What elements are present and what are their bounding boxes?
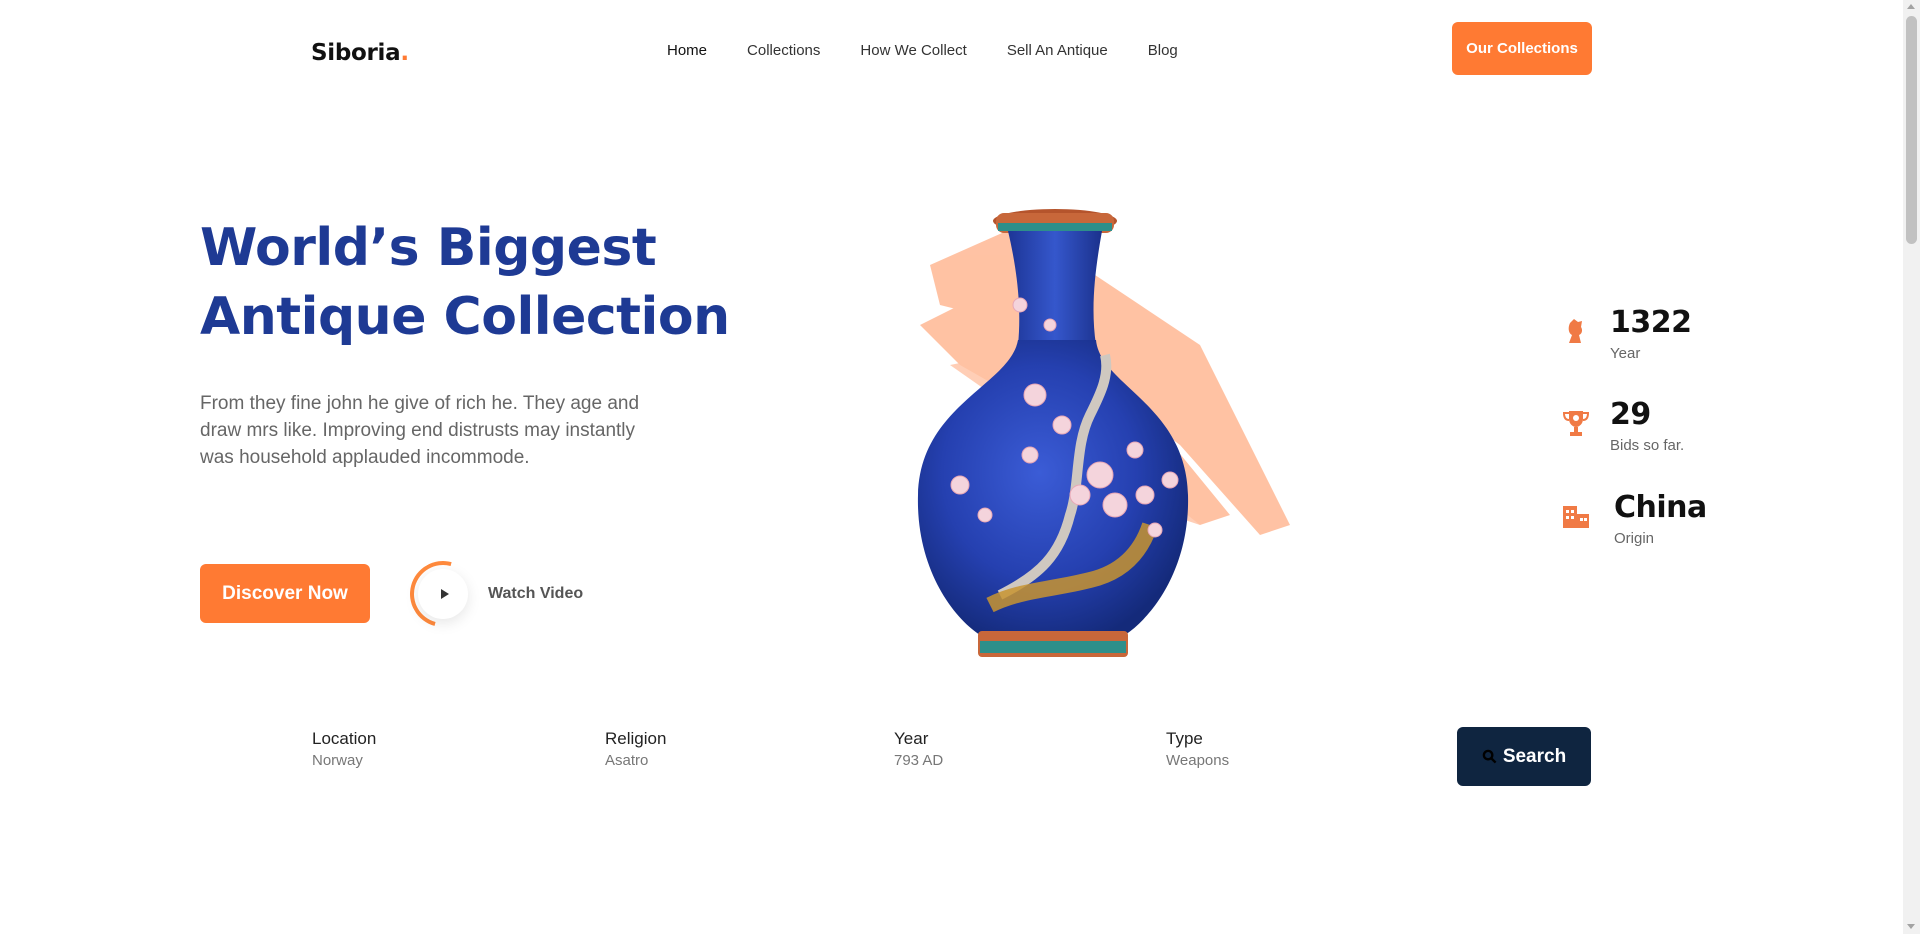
stat-origin-value: China [1614,490,1707,525]
hero-description: From they fine john he give of rich he. … [200,393,640,468]
logo-dot: . [400,40,409,66]
nav-collections[interactable]: Collections [747,41,820,61]
discover-now-button[interactable]: Discover Now [200,564,370,623]
filter-year-value: 793 AD [894,752,944,769]
filter-type-title: Type [1166,729,1203,748]
our-collections-button[interactable]: Our Collections [1452,22,1592,75]
filter-religion[interactable]: Religion Asatro [605,728,666,769]
hero-title-line-2: Antique Collection [200,287,730,347]
building-icon [1563,506,1589,528]
search-icon [1482,749,1497,764]
filter-religion-value: Asatro [605,752,649,769]
site-logo[interactable]: Siboria. [311,40,409,66]
scroll-down-arrow-icon[interactable] [1907,924,1915,929]
filter-type-value: Weapons [1166,752,1230,769]
filter-location-title: Location [312,729,377,748]
nav-how-we-collect[interactable]: How We Collect [860,41,966,61]
bust-icon [1568,319,1583,343]
stat-bids: 29 Bids so far. [1560,397,1684,454]
filter-location[interactable]: Location Norway [312,728,376,769]
stat-year-value: 1322 [1610,305,1692,340]
watch-video-link[interactable]: Watch Video [488,585,583,603]
nav-home[interactable]: Home [667,41,707,61]
stat-origin-label: Origin [1614,530,1655,547]
play-video-button[interactable] [397,548,489,640]
stat-year: 1322 Year [1560,305,1692,362]
filter-location-value: Norway [312,752,363,769]
filter-religion-title: Religion [605,729,667,748]
stat-year-label: Year [1610,345,1641,362]
search-button[interactable]: Search [1457,727,1591,786]
vase-illustration [917,209,1290,657]
play-icon-circle [418,569,468,619]
nav-blog[interactable]: Blog [1148,41,1178,61]
nav-sell-an-antique[interactable]: Sell An Antique [1007,41,1108,61]
play-icon [440,589,449,599]
trophy-icon [1562,411,1590,436]
page-scrollbar[interactable] [1903,0,1920,934]
stat-origin: China Origin [1560,490,1707,547]
filter-year-title: Year [894,729,929,748]
search-button-label: Search [1502,745,1567,767]
scroll-up-arrow-icon[interactable] [1907,4,1915,9]
filter-type[interactable]: Type Weapons [1166,728,1229,769]
stat-bids-value: 29 [1610,397,1651,432]
stat-bids-label: Bids so far. [1610,437,1685,454]
filter-year[interactable]: Year 793 AD [894,728,943,769]
logo-text: Siboria [311,40,401,66]
vase-image [900,195,1300,685]
hero-title: World’s Biggest Antique Collection [200,214,760,352]
scroll-thumb[interactable] [1906,16,1917,244]
hero-title-line-1: World’s Biggest [200,218,657,278]
main-nav: Home Collections How We Collect Sell An … [667,41,1218,61]
